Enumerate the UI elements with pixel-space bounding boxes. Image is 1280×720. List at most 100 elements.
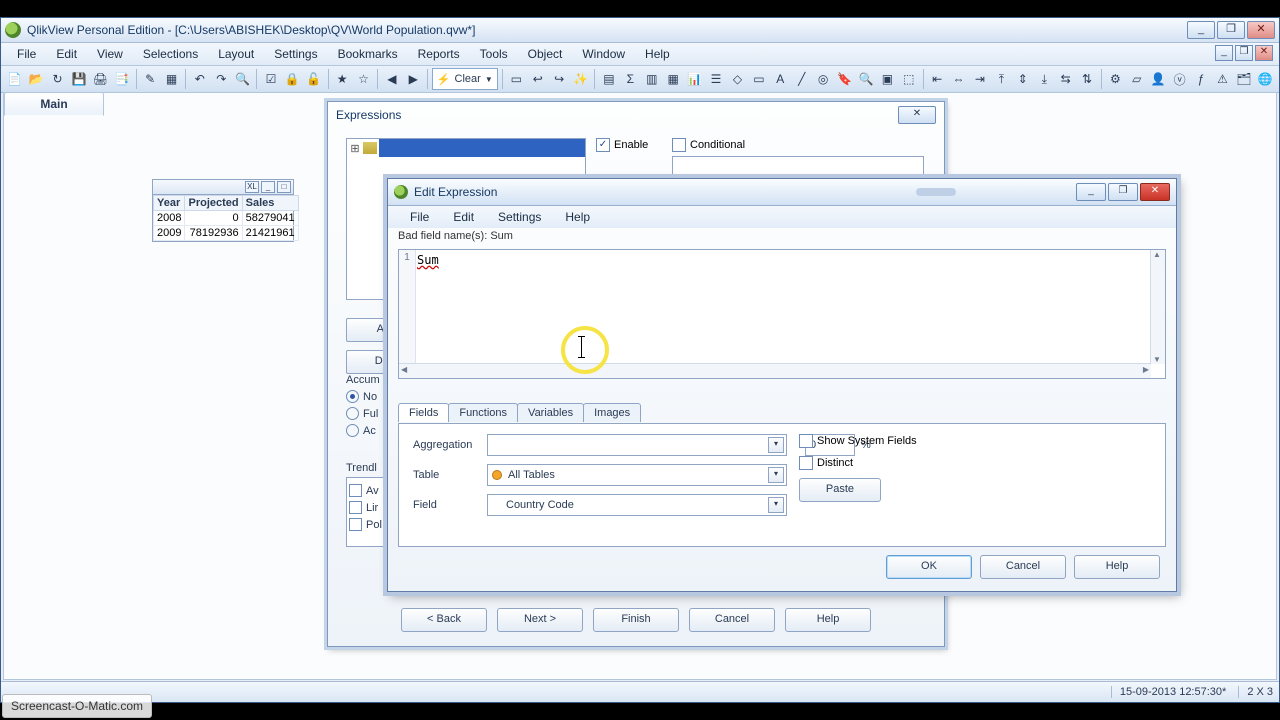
tb-multibox-icon[interactable]: ▥	[642, 68, 661, 90]
tb-tablebox-icon[interactable]: ▦	[663, 68, 682, 90]
mdi-restore-button[interactable]: ❐	[1235, 45, 1253, 61]
tb-container-icon[interactable]: ▣	[878, 68, 897, 90]
trend-check-avg[interactable]	[349, 484, 362, 497]
tb-align-left-icon[interactable]: ⇤	[927, 68, 946, 90]
mdi-minimize-button[interactable]: _	[1215, 45, 1233, 61]
tb-align-center-icon[interactable]: ⇔	[949, 68, 968, 90]
table-row[interactable]: 2008 0 58279041	[154, 211, 299, 226]
tb-button-icon[interactable]: ▭	[749, 68, 768, 90]
tb-back-icon[interactable]: ◀	[382, 68, 401, 90]
tb-input-icon[interactable]: ☰	[706, 68, 725, 90]
tb-open-icon[interactable]: 📂	[26, 68, 45, 90]
accum-radio-none[interactable]	[346, 390, 359, 403]
menu-view[interactable]: View	[87, 45, 133, 63]
tb-redo-icon[interactable]: ↷	[212, 68, 231, 90]
cancel-button[interactable]: Cancel	[980, 555, 1066, 579]
sheet-tab-main[interactable]: Main	[4, 92, 104, 116]
paste-button[interactable]: Paste	[799, 478, 881, 502]
wizard-cancel-button[interactable]: Cancel	[689, 608, 775, 632]
trend-check-linear[interactable]	[349, 501, 362, 514]
minimize-icon[interactable]: _	[261, 181, 275, 193]
tb-align-right-icon[interactable]: ⇥	[970, 68, 989, 90]
tb-undo-icon[interactable]: ↶	[190, 68, 209, 90]
minimize-button[interactable]: _	[1076, 183, 1106, 201]
wizard-help-button[interactable]: Help	[785, 608, 871, 632]
wizard-finish-button[interactable]: Finish	[593, 608, 679, 632]
maximize-button[interactable]: ❐	[1108, 183, 1138, 201]
tb-refresh-icon[interactable]: ↻	[48, 68, 67, 90]
close-button[interactable]: ✕	[1140, 183, 1170, 201]
tb-align-middle-icon[interactable]: ⇕	[1013, 68, 1032, 90]
col-header[interactable]: Sales	[242, 196, 298, 211]
tab-fields[interactable]: Fields	[398, 403, 449, 422]
tb-newsheet-icon[interactable]: ▭	[507, 68, 526, 90]
menu-tools[interactable]: Tools	[470, 45, 518, 63]
table-row[interactable]: 2009 78192936 21421961	[154, 226, 299, 241]
menu-edit[interactable]: Edit	[46, 45, 87, 63]
tb-custom-icon[interactable]: ⬚	[899, 68, 918, 90]
ee-menu-settings[interactable]: Settings	[486, 208, 553, 226]
tb-current-icon[interactable]: ◇	[728, 68, 747, 90]
tb-alert-icon[interactable]: ⚠	[1213, 68, 1232, 90]
menu-object[interactable]: Object	[518, 45, 573, 63]
menu-layout[interactable]: Layout	[208, 45, 264, 63]
export-icon[interactable]: XL	[245, 181, 259, 193]
expression-editor-text[interactable]: Sum	[417, 252, 1151, 364]
tb-doc-props-icon[interactable]: ⚙	[1106, 68, 1125, 90]
tb-sheetback-icon[interactable]: ↩	[528, 68, 547, 90]
tb-unlock-icon[interactable]: 🔓	[304, 68, 323, 90]
tb-distribute-v-icon[interactable]: ⇅	[1077, 68, 1096, 90]
ee-menu-edit[interactable]: Edit	[441, 208, 486, 226]
show-system-checkbox[interactable]	[799, 434, 813, 448]
tb-expr-icon[interactable]: ƒ	[1191, 68, 1210, 90]
tb-search-icon[interactable]: 🔍	[233, 68, 252, 90]
menu-file[interactable]: File	[7, 45, 46, 63]
tab-images[interactable]: Images	[583, 403, 641, 422]
tb-bookmark-icon[interactable]: 🔖	[835, 68, 854, 90]
tb-selections-icon[interactable]: ☑	[261, 68, 280, 90]
conditional-checkbox[interactable]	[672, 138, 686, 152]
tb-chart-icon[interactable]: 📊	[685, 68, 704, 90]
tb-sheetfwd-icon[interactable]: ↪	[549, 68, 568, 90]
tablebox-caption[interactable]: XL _ □	[153, 180, 293, 195]
tb-new-icon[interactable]: 📄	[5, 68, 24, 90]
tb-user-prefs-icon[interactable]: 👤	[1149, 68, 1168, 90]
field-combo[interactable]: Country Code ▾	[487, 494, 787, 516]
edit-expression-titlebar[interactable]: Edit Expression _ ❐ ✕	[388, 179, 1176, 206]
menu-window[interactable]: Window	[572, 45, 635, 63]
expression-tree-item[interactable]: ⊞	[347, 139, 585, 157]
maximize-button[interactable]: ❐	[1217, 21, 1245, 39]
tb-forward-icon[interactable]: ▶	[404, 68, 423, 90]
tb-script-icon[interactable]: ✎	[140, 68, 159, 90]
help-button[interactable]: Help	[1074, 555, 1160, 579]
col-header[interactable]: Projected	[185, 196, 242, 211]
tb-listbox-icon[interactable]: ▤	[599, 68, 618, 90]
tb-wand-icon[interactable]: ✨	[571, 68, 590, 90]
ok-button[interactable]: OK	[886, 555, 972, 579]
tb-search-obj-icon[interactable]: 🔍	[856, 68, 875, 90]
aggregation-combo[interactable]: ▾	[487, 434, 787, 456]
menu-settings[interactable]: Settings	[264, 45, 327, 63]
expression-editor[interactable]: 1 Sum	[398, 249, 1166, 379]
ee-menu-help[interactable]: Help	[553, 208, 602, 226]
maximize-icon[interactable]: □	[277, 181, 291, 193]
tb-save-icon[interactable]: 💾	[69, 68, 88, 90]
tb-sheet-props-icon[interactable]: ▱	[1127, 68, 1146, 90]
menu-reports[interactable]: Reports	[408, 45, 470, 63]
enable-checkbox[interactable]: ✓	[596, 138, 610, 152]
ee-menu-file[interactable]: File	[398, 208, 441, 226]
distinct-checkbox[interactable]	[799, 456, 813, 470]
title-blur-slider[interactable]	[916, 188, 956, 196]
tb-align-top-icon[interactable]: ⤒	[992, 68, 1011, 90]
tb-clear-dropdown[interactable]: ⚡ Clear ▼	[432, 68, 498, 90]
expand-icon[interactable]: ⊞	[347, 142, 363, 155]
tablebox[interactable]: XL _ □ Year Projected Sales 2008 0 58279…	[152, 179, 294, 242]
tb-bookmark-del-icon[interactable]: ☆	[354, 68, 373, 90]
table-combo[interactable]: All Tables ▾	[487, 464, 787, 486]
wizard-next-button[interactable]: Next >	[497, 608, 583, 632]
vertical-scrollbar[interactable]	[1150, 250, 1165, 364]
tb-line-icon[interactable]: ╱	[792, 68, 811, 90]
wizard-back-button[interactable]: < Back	[401, 608, 487, 632]
tb-variable-icon[interactable]: ⓥ	[1170, 68, 1189, 90]
col-header[interactable]: Year	[154, 196, 185, 211]
